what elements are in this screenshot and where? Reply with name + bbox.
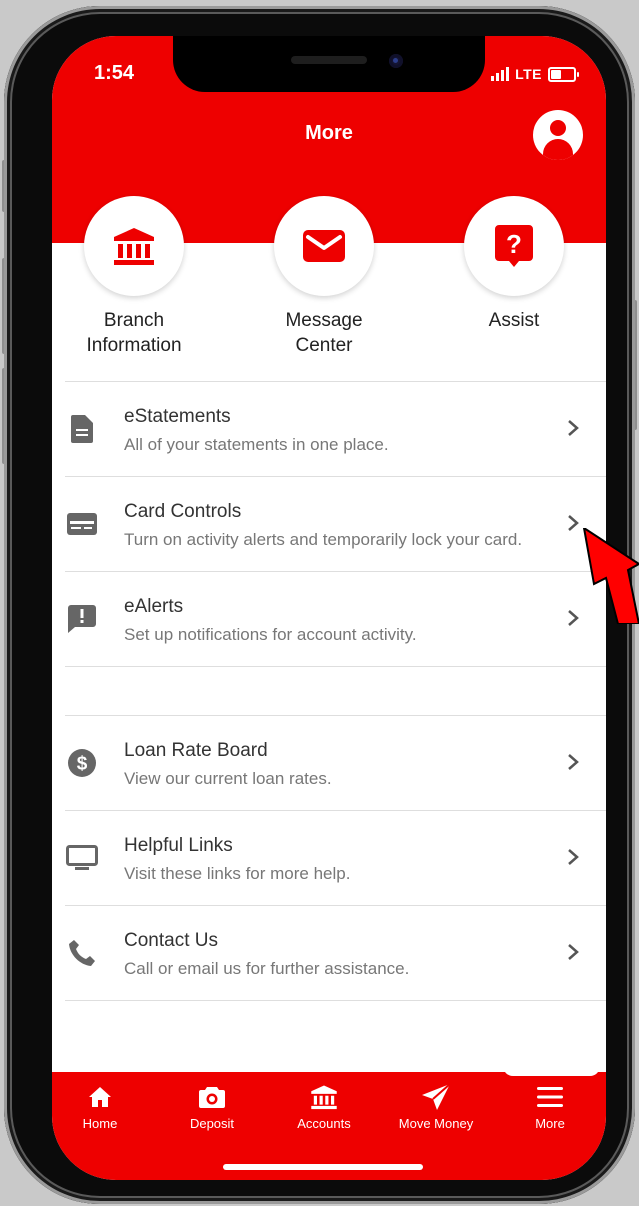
monitor-icon [65,841,99,875]
tab-move-money[interactable]: Move Money [388,1082,484,1131]
annotation-arrow-icon [578,525,639,629]
send-icon [388,1082,484,1112]
camera-icon [164,1082,260,1112]
status-time: 1:54 [94,62,135,84]
list-item-title: Loan Rate Board [124,740,268,761]
status-indicators: LTE [491,66,579,82]
profile-icon[interactable] [533,110,583,160]
tab-accounts[interactable]: Accounts [276,1082,372,1131]
quick-action-label: Branch Information [86,310,182,356]
network-label: LTE [515,66,542,82]
active-tab-indicator [503,1066,600,1076]
list-item-loan-rate-board[interactable]: $ Loan Rate Board View our current loan … [65,716,606,811]
svg-text:$: $ [77,754,88,775]
list-item-contact-us[interactable]: Contact Us Call or email us for further … [65,906,606,1001]
chevron-right-icon [563,748,583,776]
list-item-ealerts[interactable]: eAlerts Set up notifications for account… [65,572,606,667]
list-item-description: Turn on activity alerts and temporarily … [124,530,523,549]
tab-deposit[interactable]: Deposit [164,1082,260,1131]
bank-icon [84,196,184,296]
quick-action-assist[interactable]: ? Assist [424,196,604,333]
quick-action-branch-information[interactable]: Branch Information [52,196,224,358]
document-icon [65,412,99,446]
alert-icon [65,602,99,636]
signal-icon [491,67,510,81]
quick-action-message-center[interactable]: Message Center [234,196,414,358]
phone-icon [65,936,99,970]
list-item-card-controls[interactable]: Card Controls Turn on activity alerts an… [65,477,606,572]
list-item-helpful-links[interactable]: Helpful Links Visit these links for more… [65,811,606,906]
home-indicator [223,1164,423,1170]
list-item-title: eAlerts [124,596,184,617]
tab-label: Home [82,1116,118,1131]
page-title: More [305,122,353,144]
chevron-right-icon [563,414,583,442]
list-item-estatements[interactable]: eStatements All of your statements in on… [65,382,606,477]
list-item-title: Card Controls [124,501,242,522]
list-item-description: Call or email us for further assistance. [124,959,410,978]
list-item-description: View our current loan rates. [124,769,332,788]
tab-label: Accounts [297,1116,351,1131]
help-icon: ? [464,196,564,296]
credit-card-icon [65,507,99,541]
envelope-icon [274,196,374,296]
front-camera [389,54,403,68]
tab-label: More [535,1116,565,1131]
phone-frame: 1:54 LTE More Branch Information Message… [4,6,635,1204]
menu-icon [502,1082,598,1112]
chevron-right-icon [563,938,583,966]
quick-action-label: Assist [488,310,540,331]
list-item-title: Helpful Links [124,835,233,856]
battery-icon [548,66,579,82]
chevron-right-icon [563,843,583,871]
list-item-description: Visit these links for more help. [124,864,351,883]
list-item-title: Contact Us [124,930,218,951]
list-item-description: Set up notifications for account activit… [124,625,417,644]
app-screen: 1:54 LTE More Branch Information Message… [52,36,606,1180]
list-item-title: eStatements [124,406,231,427]
more-options-list-secondary: $ Loan Rate Board View our current loan … [65,715,606,1001]
phone-notch [173,36,485,92]
speaker-grille [291,56,367,64]
more-options-list-primary: eStatements All of your statements in on… [65,381,606,667]
dollar-icon: $ [65,746,99,780]
svg-text:?: ? [506,229,522,259]
bank-icon [276,1082,372,1112]
list-item-description: All of your statements in one place. [124,435,389,454]
quick-action-label: Message Center [285,310,363,356]
tab-home[interactable]: Home [52,1082,148,1131]
tab-label: Deposit [189,1116,235,1131]
tab-label: Move Money [398,1116,474,1131]
tab-more[interactable]: More [502,1082,598,1131]
home-icon [52,1082,148,1112]
